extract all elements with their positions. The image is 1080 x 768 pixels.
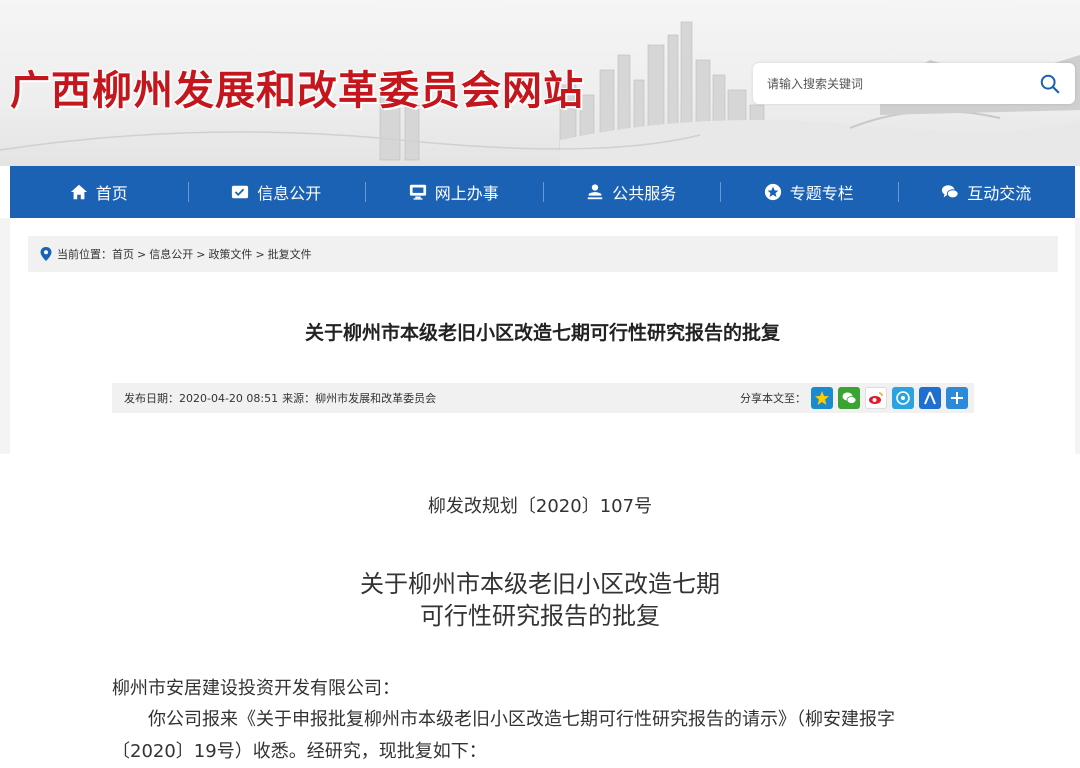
nav-item-label: 首页 — [95, 184, 128, 203]
document-body: 柳发改规划〔2020〕107号 关于柳州市本级老旧小区改造七期 可行性研究报告的… — [0, 454, 1080, 765]
weibo-share-icon[interactable] — [865, 387, 887, 409]
article-panel: 当前位置： 首页 > 信息公开 > 政策文件 > 批复文件 关于柳州市本级老旧小… — [10, 218, 1075, 454]
more-share-icon[interactable] — [946, 387, 968, 409]
breadcrumb-policy-docs[interactable]: 政策文件 — [208, 246, 252, 262]
chat-icon — [942, 185, 959, 199]
nav-item-home[interactable]: 首页 — [10, 166, 188, 218]
nav-item-label: 专题专栏 — [789, 184, 854, 203]
main-nav: 首页 信息公开 网上办事 公共服务 专题专栏 互动交流 — [10, 166, 1075, 218]
document-title-line2: 可行性研究报告的批复 — [420, 602, 660, 630]
content-background: 当前位置： 首页 > 信息公开 > 政策文件 > 批复文件 关于柳州市本级老旧小… — [0, 218, 1080, 454]
nav-item-interaction[interactable]: 互动交流 — [897, 166, 1076, 218]
search-icon[interactable] — [1039, 73, 1061, 95]
breadcrumb-approval-docs[interactable]: 批复文件 — [268, 246, 312, 262]
document-title: 关于柳州市本级老旧小区改造七期 可行性研究报告的批复 — [0, 568, 1080, 632]
site-title: 广西柳州发展和改革委员会网站 — [10, 67, 584, 114]
nav-item-special-topics[interactable]: 专题专栏 — [720, 166, 898, 218]
share-label: 分享本文至： — [740, 392, 806, 405]
site-banner: 广西柳州发展和改革委员会网站 — [0, 0, 1080, 166]
nav-item-label: 信息公开 — [257, 184, 322, 203]
publish-date: 2020-04-20 08:51 — [179, 391, 279, 405]
breadcrumb-home[interactable]: 首页 — [112, 246, 134, 262]
location-pin-icon — [40, 247, 52, 261]
qzone-share-icon[interactable] — [811, 387, 833, 409]
nav-item-label: 网上办事 — [434, 184, 499, 203]
document-recipient: 柳州市安居建设投资开发有限公司： — [112, 678, 400, 699]
article-title: 关于柳州市本级老旧小区改造七期可行性研究报告的批复 — [304, 322, 780, 344]
info-card-icon — [232, 185, 249, 199]
renren-share-icon[interactable] — [919, 387, 941, 409]
source-label: 来源： — [282, 392, 316, 405]
breadcrumb-separator: > — [196, 247, 206, 261]
breadcrumb-prefix: 当前位置： — [57, 248, 112, 261]
nav-item-label: 公共服务 — [612, 184, 677, 203]
monitor-icon — [409, 184, 426, 200]
nav-item-public-services[interactable]: 公共服务 — [542, 166, 721, 218]
service-icon — [588, 184, 603, 200]
article-source: 柳州市发展和改革委员会 — [315, 392, 437, 405]
nav-item-online-services[interactable]: 网上办事 — [365, 166, 543, 218]
breadcrumb: 当前位置： 首页 > 信息公开 > 政策文件 > 批复文件 — [28, 236, 1058, 272]
document-title-line1: 关于柳州市本级老旧小区改造七期 — [360, 570, 720, 598]
article-meta: 发布日期： 2020-04-20 08:51 来源： 柳州市发展和改革委员会 分… — [112, 383, 974, 413]
document-paragraph: 你公司报来《关于申报批复柳州市本级老旧小区改造七期可行性研究报告的请示》（柳安建… — [112, 709, 895, 762]
document-number: 柳发改规划〔2020〕107号 — [427, 496, 653, 517]
search-input[interactable] — [767, 63, 1027, 104]
nav-item-info[interactable]: 信息公开 — [187, 166, 366, 218]
date-label: 发布日期： — [124, 392, 179, 405]
wechat-share-icon[interactable] — [838, 387, 860, 409]
share-bar: 分享本文至： — [740, 387, 974, 409]
nav-item-label: 互动交流 — [967, 184, 1032, 203]
breadcrumb-info[interactable]: 信息公开 — [149, 246, 193, 262]
star-badge-icon — [764, 183, 781, 201]
home-icon — [70, 184, 87, 200]
breadcrumb-separator: > — [137, 247, 147, 261]
tencent-weibo-share-icon[interactable] — [892, 387, 914, 409]
breadcrumb-separator: > — [255, 247, 265, 261]
search-box — [753, 63, 1075, 104]
